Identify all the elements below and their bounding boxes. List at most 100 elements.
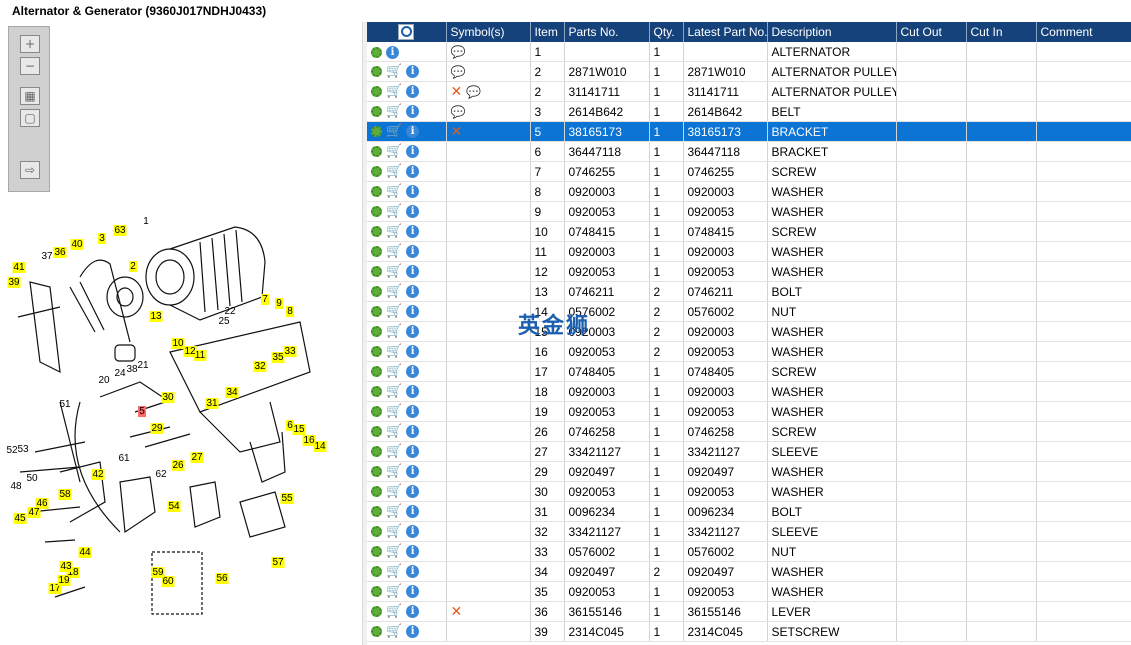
callout-label-21[interactable]: 21 (137, 360, 149, 371)
gear-icon[interactable] (371, 546, 382, 558)
actual-size-button[interactable]: ▢ (20, 109, 40, 127)
cart-icon[interactable]: 🛒 (386, 604, 402, 619)
cart-icon[interactable]: 🛒 (386, 484, 402, 499)
cart-icon[interactable]: 🛒 (386, 564, 402, 579)
table-row[interactable]: 🛒 i 10 0748415 1 0748415 SCREW (367, 221, 1131, 242)
info-icon[interactable]: i (406, 185, 420, 199)
callout-label-7[interactable]: 7 (262, 294, 268, 305)
callout-label-36[interactable]: 36 (54, 247, 66, 258)
table-row[interactable]: 🛒 i ✕ 💬 2 31141711 1 31141711 ALTERNATOR PULLEY (367, 81, 1131, 102)
table-row[interactable]: 🛒 i 39 2314C045 1 2314C045 SETSCREW (367, 621, 1131, 642)
discontinued-x-icon[interactable]: ✕ (451, 84, 463, 100)
info-icon[interactable]: i (406, 625, 420, 639)
cart-icon[interactable]: 🛒 (386, 184, 402, 199)
callout-label-1[interactable]: 1 (143, 216, 149, 227)
info-icon[interactable]: i (406, 105, 420, 119)
callout-label-10[interactable]: 10 (172, 338, 184, 349)
column-header-parts-no[interactable]: Parts No. (564, 22, 650, 42)
gear-icon[interactable] (371, 426, 382, 438)
callout-label-42[interactable]: 42 (92, 469, 104, 480)
info-icon[interactable]: i (406, 405, 420, 419)
callout-label-32[interactable]: 32 (254, 361, 266, 372)
callout-label-52[interactable]: 52 (6, 445, 18, 456)
fit-all-button[interactable]: ▦ (20, 87, 40, 105)
gear-icon[interactable] (371, 166, 382, 178)
table-row[interactable]: 🛒 i 💬 3 2614B642 1 2614B642 BELT (367, 101, 1131, 122)
cart-icon[interactable]: 🛒 (386, 164, 402, 179)
info-icon[interactable]: i (406, 125, 420, 139)
note-bubble-icon[interactable]: 💬 (451, 105, 466, 119)
callout-label-8[interactable]: 8 (287, 306, 293, 317)
info-icon[interactable]: i (406, 445, 420, 459)
info-icon[interactable]: i (406, 385, 420, 399)
cart-icon[interactable]: 🛒 (386, 224, 402, 239)
info-icon[interactable]: i (406, 565, 420, 579)
cart-icon[interactable]: 🛒 (386, 504, 402, 519)
cart-icon[interactable]: 🛒 (386, 204, 402, 219)
cart-icon[interactable]: 🛒 (386, 344, 402, 359)
callout-label-14[interactable]: 14 (314, 441, 326, 452)
table-row[interactable]: 🛒 i 8 0920003 1 0920003 WASHER (367, 181, 1131, 202)
table-row[interactable]: 🛒 i 31 0096234 1 0096234 BOLT (367, 501, 1131, 522)
gear-icon[interactable] (371, 306, 382, 318)
gear-icon[interactable] (371, 206, 382, 218)
callout-label-12[interactable]: 12 (184, 346, 196, 357)
note-bubble-icon[interactable]: 💬 (466, 85, 481, 99)
callout-label-34[interactable]: 34 (226, 387, 238, 398)
gear-icon[interactable] (371, 386, 382, 398)
cart-icon[interactable]: 🛒 (386, 324, 402, 339)
gear-icon[interactable] (371, 446, 382, 458)
gear-icon[interactable] (371, 486, 382, 498)
gear-icon[interactable] (371, 366, 382, 378)
gear-icon[interactable] (371, 346, 382, 358)
info-icon[interactable]: i (406, 465, 420, 479)
diagram-panel[interactable]: + − ▦ ▢ ⇨ 123 5 6 7 8 9 10 11 12 13 14 1… (0, 22, 362, 645)
info-icon[interactable]: i (406, 605, 420, 619)
note-bubble-icon[interactable]: 💬 (451, 65, 466, 79)
callout-label-29[interactable]: 29 (151, 423, 163, 434)
cart-icon[interactable]: 🛒 (386, 624, 402, 639)
cart-icon[interactable]: 🛒 (386, 84, 402, 99)
discontinued-x-icon[interactable]: ✕ (451, 124, 463, 140)
info-icon[interactable]: i (386, 45, 399, 59)
info-icon[interactable]: i (406, 545, 420, 559)
cart-icon[interactable]: 🛒 (386, 304, 402, 319)
cart-icon[interactable]: 🛒 (386, 284, 402, 299)
callout-label-50[interactable]: 50 (26, 473, 38, 484)
info-icon[interactable]: i (406, 325, 420, 339)
callout-label-54[interactable]: 54 (168, 501, 180, 512)
info-icon[interactable]: i (406, 265, 420, 279)
callout-label-53[interactable]: 53 (17, 444, 29, 455)
gear-icon[interactable] (371, 66, 382, 78)
gear-icon[interactable] (371, 286, 382, 298)
callout-label-19[interactable]: 19 (58, 575, 70, 586)
info-icon[interactable]: i (406, 425, 420, 439)
table-row[interactable]: 🛒 i ✕ 5 38165173 1 38165173 BRACKET (367, 121, 1131, 142)
info-icon[interactable]: i (406, 165, 420, 179)
gear-icon[interactable] (371, 406, 382, 418)
callout-label-56[interactable]: 56 (216, 573, 228, 584)
table-row[interactable]: 🛒 i 19 0920053 1 0920053 WASHER (367, 401, 1131, 422)
info-icon[interactable]: i (406, 225, 420, 239)
magnifier-icon[interactable] (398, 24, 415, 40)
column-header-cut-in[interactable]: Cut In (966, 22, 1037, 42)
table-row[interactable]: 🛒 i 7 0746255 1 0746255 SCREW (367, 161, 1131, 182)
callout-label-62[interactable]: 62 (155, 469, 167, 480)
callout-label-55[interactable]: 55 (281, 493, 293, 504)
table-row[interactable]: 🛒 i 27 33421127 1 33421127 SLEEVE (367, 441, 1131, 462)
table-row[interactable]: 🛒 i 6 36447118 1 36447118 BRACKET (367, 141, 1131, 162)
info-icon[interactable]: i (406, 145, 420, 159)
callout-label-35[interactable]: 35 (272, 352, 284, 363)
cart-icon[interactable]: 🛒 (386, 464, 402, 479)
table-row[interactable]: 🛒 i 26 0746258 1 0746258 SCREW (367, 421, 1131, 442)
column-header-qty[interactable]: Qty. (649, 22, 684, 42)
info-icon[interactable]: i (406, 205, 420, 219)
callout-label-20[interactable]: 20 (98, 375, 110, 386)
discontinued-x-icon[interactable]: ✕ (451, 604, 463, 620)
cart-icon[interactable]: 🛒 (386, 64, 402, 79)
table-row[interactable]: 🛒 i 35 0920053 1 0920053 WASHER (367, 581, 1131, 602)
search-column-header[interactable] (367, 22, 447, 42)
callout-label-26[interactable]: 26 (172, 460, 184, 471)
cart-icon[interactable]: 🛒 (386, 444, 402, 459)
table-row[interactable]: 🛒 i ✕ 36 36155146 1 36155146 LEVER (367, 601, 1131, 622)
